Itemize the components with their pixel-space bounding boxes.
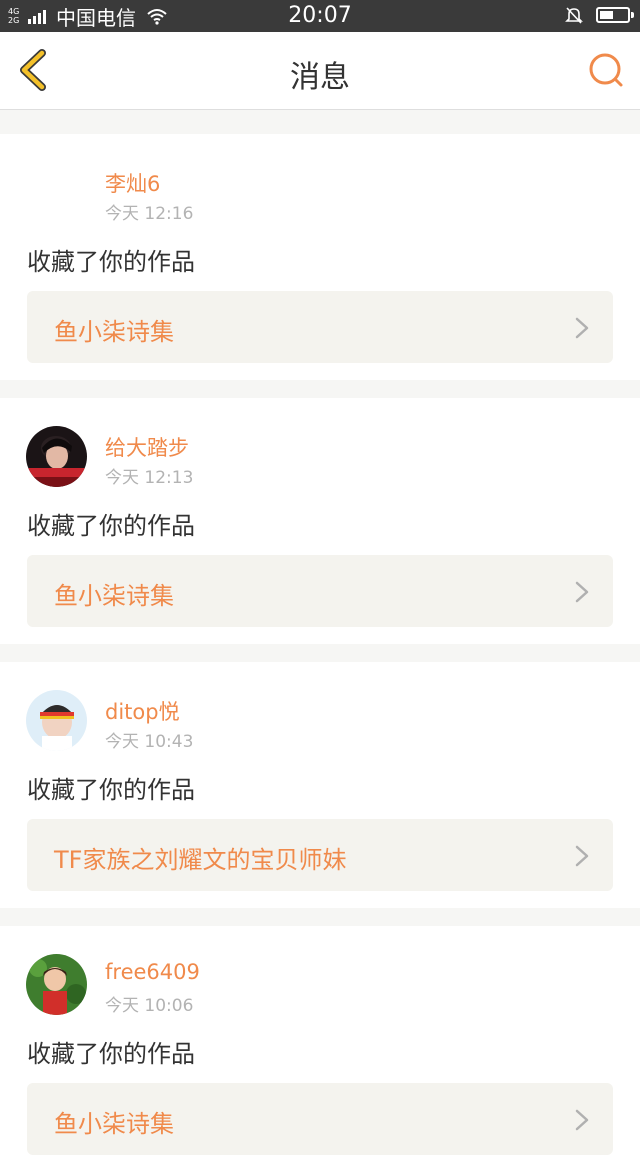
work-link[interactable]: 鱼小柒诗集 [27, 1083, 613, 1155]
chevron-right-icon [575, 845, 589, 867]
search-icon [589, 53, 623, 87]
message-time: 今天 10:43 [105, 732, 194, 752]
page-title: 消息 [290, 60, 350, 95]
silent-bell-icon [565, 7, 583, 24]
action-text: 收藏了你的作品 [27, 512, 195, 540]
message-time: 今天 12:13 [105, 468, 194, 488]
status-time: 20:07 [288, 3, 352, 28]
user-name[interactable]: ditop悦 [105, 696, 180, 726]
chevron-right-icon [575, 317, 589, 339]
message-card: 给大踏步 今天 12:13 收藏了你的作品 鱼小柒诗集 [0, 398, 640, 644]
user-name[interactable]: free6409 [105, 960, 200, 984]
message-time: 今天 12:16 [105, 204, 194, 224]
action-text: 收藏了你的作品 [27, 776, 195, 804]
message-card: ditop悦 今天 10:43 收藏了你的作品 TF家族之刘耀文的宝贝师妹 [0, 662, 640, 908]
work-link[interactable]: 鱼小柒诗集 [27, 291, 613, 363]
battery-icon [596, 7, 634, 23]
status-bar: 4G 2G 中国电信 20:07 [0, 0, 640, 32]
chevron-right-icon [575, 1109, 589, 1131]
avatar[interactable] [26, 162, 87, 223]
avatar[interactable] [26, 690, 87, 751]
chevron-left-icon [20, 49, 46, 91]
message-time: 今天 10:06 [105, 996, 194, 1016]
action-text: 收藏了你的作品 [27, 1040, 195, 1068]
message-card: 李灿6 今天 12:16 收藏了你的作品 鱼小柒诗集 [0, 134, 640, 380]
chevron-right-icon [575, 581, 589, 603]
avatar[interactable] [26, 954, 87, 1015]
work-title: 鱼小柒诗集 [54, 1110, 174, 1138]
work-title: 鱼小柒诗集 [54, 318, 174, 346]
search-button[interactable] [586, 50, 626, 90]
nav-bar: 消息 [0, 32, 640, 110]
work-title: 鱼小柒诗集 [54, 582, 174, 610]
back-button[interactable] [14, 48, 58, 92]
work-title: TF家族之刘耀文的宝贝师妹 [54, 846, 347, 874]
user-name[interactable]: 李灿6 [105, 168, 160, 198]
message-card: free6409 今天 10:06 收藏了你的作品 鱼小柒诗集 [0, 926, 640, 1172]
user-name[interactable]: 给大踏步 [105, 432, 189, 462]
status-right [564, 5, 634, 25]
work-link[interactable]: 鱼小柒诗集 [27, 555, 613, 627]
avatar[interactable] [26, 426, 87, 487]
action-text: 收藏了你的作品 [27, 248, 195, 276]
work-link[interactable]: TF家族之刘耀文的宝贝师妹 [27, 819, 613, 891]
